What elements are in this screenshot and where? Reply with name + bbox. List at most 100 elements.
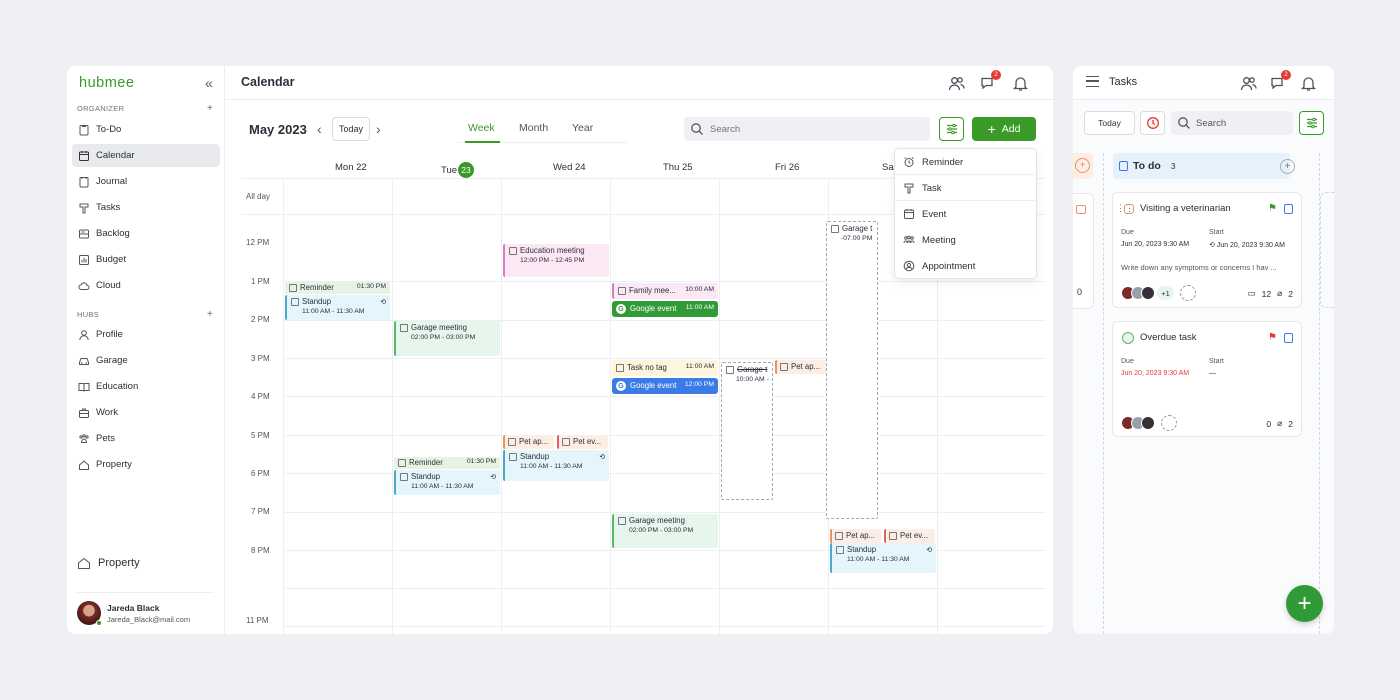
user-profile[interactable]: Jareda Black Jareda_Black@mail.com — [77, 601, 191, 626]
grid-line — [283, 626, 1045, 627]
filter-button[interactable] — [1299, 111, 1324, 135]
avatar — [1141, 416, 1155, 430]
task-card-overdue[interactable]: Overdue task ⚑ Due Start Jun 20, 2023 9:… — [1112, 321, 1302, 437]
document-icon[interactable] — [1284, 204, 1293, 214]
column-title: To do — [1133, 160, 1161, 172]
contacts-icon[interactable] — [1239, 74, 1257, 92]
add-assignee-icon[interactable] — [1161, 415, 1177, 431]
sidebar-item-work[interactable]: Work — [72, 401, 220, 424]
prev-column-card[interactable]: 0 — [1073, 193, 1094, 309]
hamburger-menu-icon[interactable] — [1086, 76, 1099, 87]
flag-icon[interactable]: ⚑ — [1268, 203, 1277, 214]
tab-month[interactable]: Month — [519, 122, 548, 134]
current-hub-property[interactable]: Property — [77, 556, 140, 570]
sidebar-item-garage[interactable]: Garage — [72, 349, 220, 372]
tasks-search-bar[interactable]: Search — [1171, 111, 1293, 135]
event-education-meeting[interactable]: Education meeting 12:00 PM - 12:45 PM — [503, 244, 609, 277]
chat-icon[interactable]: 2 — [979, 70, 1001, 92]
event-garage-meeting-thu[interactable]: Garage meeting 02:00 PM - 03:00 PM — [612, 514, 718, 548]
add-organizer-button[interactable]: + — [207, 103, 213, 114]
filter-button[interactable] — [939, 117, 964, 141]
add-task-button[interactable]: + — [1075, 158, 1090, 173]
bell-icon[interactable] — [1299, 74, 1317, 92]
appointment-icon — [780, 362, 788, 371]
flag-icon[interactable]: ⚑ — [1268, 332, 1277, 343]
user-email: Jareda_Black@mail.com — [107, 614, 191, 624]
menu-item-label: Appointment — [922, 260, 976, 272]
event-pet-appointment-wed[interactable]: Pet ap... — [503, 435, 554, 449]
tab-year[interactable]: Year — [572, 122, 593, 134]
today-button[interactable]: Today — [1084, 111, 1135, 135]
search-input[interactable] — [710, 123, 910, 135]
assignees[interactable] — [1121, 415, 1177, 431]
event-title: Garage t — [737, 365, 768, 374]
sidebar-item-education[interactable]: Education — [72, 375, 220, 398]
tasks-header: Tasks 2 — [1073, 66, 1334, 100]
event-standup-mon[interactable]: Standup 11:00 AM - 11:30 AM ⟲ — [285, 295, 390, 320]
app-logo[interactable]: hubmee — [79, 75, 134, 91]
assignees[interactable]: +1 — [1121, 285, 1196, 301]
next-week-icon[interactable]: › — [376, 121, 381, 137]
prev-week-icon[interactable]: ‹ — [317, 121, 322, 137]
event-standup-sat[interactable]: Standup 11:00 AM - 11:30 AM ⟲ — [830, 543, 936, 573]
user-circle-icon — [903, 260, 915, 272]
briefcase-icon — [78, 407, 90, 419]
event-garage-meeting-tue[interactable]: Garage meeting 02:00 PM - 03:00 PM — [394, 321, 500, 356]
event-pet-appointment-fri[interactable]: Pet ap... — [775, 360, 827, 374]
grid-line — [283, 396, 1045, 397]
menu-item-event[interactable]: Event — [903, 208, 946, 220]
event-reminder-mon[interactable]: Reminder 01:30 PM — [285, 282, 390, 294]
event-time: 11:00 AM - 11:30 AM — [302, 308, 365, 315]
contacts-icon[interactable] — [947, 74, 965, 92]
sidebar-item-budget[interactable]: Budget — [72, 248, 220, 271]
sidebar-item-todo[interactable]: To-Do — [72, 118, 220, 141]
sidebar-item-profile[interactable]: Profile — [72, 323, 220, 346]
sidebar-item-calendar[interactable]: Calendar — [72, 144, 220, 167]
event-reminder-tue[interactable]: Reminder 01:30 PM — [394, 457, 500, 469]
event-standup-tue[interactable]: Standup 11:00 AM - 11:30 AM ⟲ — [394, 470, 500, 495]
collapse-sidebar-icon[interactable]: « — [205, 75, 213, 91]
add-hub-button[interactable]: + — [207, 309, 213, 320]
sidebar-item-cloud[interactable]: Cloud — [72, 274, 220, 297]
sidebar-divider — [77, 592, 214, 593]
event-family-meeting[interactable]: Family mee... 10:00 AM — [612, 283, 718, 299]
bell-icon[interactable] — [1011, 74, 1029, 92]
today-button[interactable]: Today — [332, 117, 370, 141]
meeting-icon — [291, 297, 299, 306]
overdue-clock-button[interactable] — [1140, 111, 1165, 135]
event-pet-event-sat[interactable]: Pet ev... — [884, 529, 935, 543]
sidebar-item-tasks[interactable]: Tasks — [72, 196, 220, 219]
column-count: 3 — [1171, 162, 1176, 171]
event-google-2[interactable]: G Google event 12:00 PM — [612, 378, 718, 394]
repeat-icon: ⟲ — [490, 474, 496, 481]
menu-item-meeting[interactable]: Meeting — [903, 234, 956, 246]
add-button[interactable]: + Add — [972, 117, 1036, 141]
event-standup-wed[interactable]: Standup 11:00 AM - 11:30 AM ⟲ — [503, 450, 609, 481]
tab-week[interactable]: Week — [468, 122, 495, 134]
document-icon[interactable] — [1284, 333, 1293, 343]
event-pet-event-wed[interactable]: Pet ev... — [557, 435, 608, 449]
event-pet-appointment-sat[interactable]: Pet ap... — [830, 529, 881, 543]
task-card-veterinarian[interactable]: ⋮⋮ Visiting a veterinarian ⚑ Due Start J… — [1112, 192, 1302, 308]
sidebar-item-backlog[interactable]: Backlog — [72, 222, 220, 245]
add-assignee-icon[interactable] — [1180, 285, 1196, 301]
event-garage-sat[interactable]: Garage t -07:00 PM — [826, 221, 878, 519]
event-time: 02:00 PM - 03:00 PM — [411, 334, 476, 341]
sidebar-item-journal[interactable]: Journal — [72, 170, 220, 193]
add-task-button[interactable]: + — [1280, 159, 1295, 174]
event-google-1[interactable]: G Google event 11:00 AM — [612, 301, 718, 317]
add-task-fab[interactable]: + — [1286, 585, 1323, 622]
event-garage-fri[interactable]: Garage t 10:00 AM - — [721, 362, 773, 500]
comment-icon: ▭ — [1247, 288, 1256, 298]
menu-item-reminder[interactable]: Reminder — [903, 156, 963, 168]
sidebar-item-property[interactable]: Property — [72, 453, 220, 476]
menu-item-task[interactable]: Task — [903, 182, 942, 194]
sidebar-item-pets[interactable]: Pets — [72, 427, 220, 450]
start-date: — — [1209, 370, 1216, 377]
hour-label: 5 PM — [251, 431, 270, 440]
header-divider — [225, 99, 1053, 100]
hour-label: 6 PM — [251, 469, 270, 478]
event-task-no-tag[interactable]: Task no tag 11:00 AM — [612, 360, 718, 376]
menu-item-appointment[interactable]: Appointment — [903, 260, 975, 272]
chat-icon[interactable]: 2 — [1269, 70, 1291, 92]
